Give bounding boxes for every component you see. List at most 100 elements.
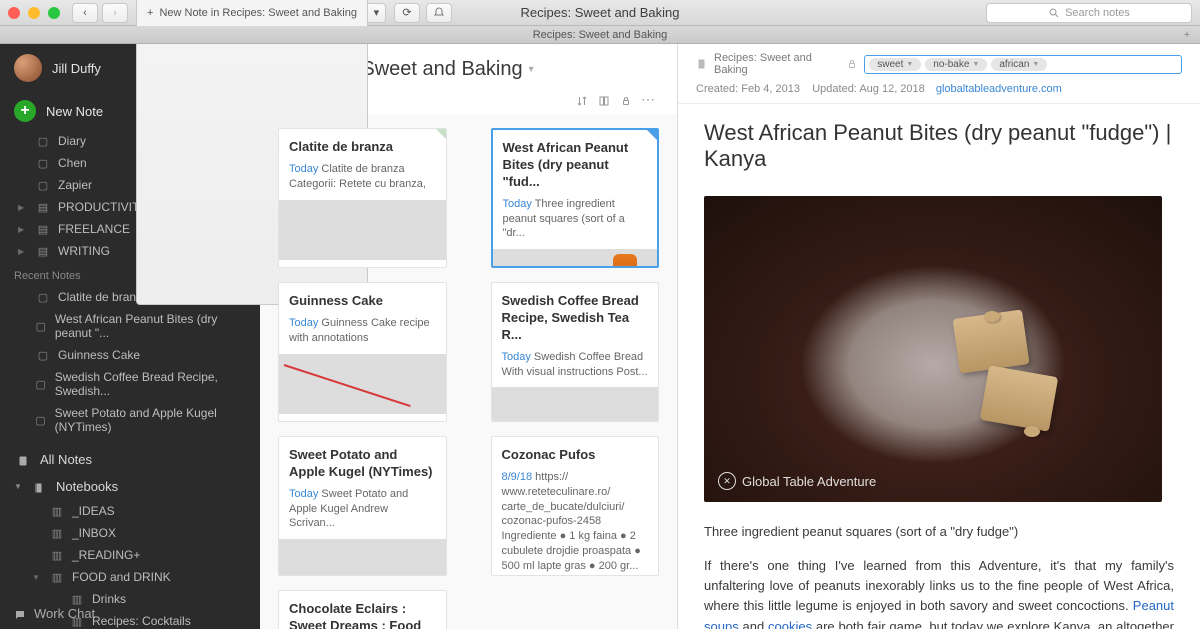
tag-label: african (999, 59, 1029, 70)
lock-icon[interactable] (846, 58, 858, 70)
minimize-window[interactable] (28, 7, 40, 19)
card-snippet: Today Guinness Cake recipe with annotati… (289, 316, 436, 346)
card-title: Sweet Potato and Apple Kugel (NYTimes) (289, 447, 436, 481)
note-card[interactable]: Swedish Coffee Bread Recipe, Swedish Tea… (491, 282, 660, 422)
note-body[interactable]: ✕ Global Table Adventure Three ingredien… (678, 182, 1200, 629)
sort-button[interactable] (571, 92, 593, 108)
notebook-ideas[interactable]: ▥_IDEAS (30, 500, 260, 522)
work-chat-label: Work Chat (34, 606, 95, 621)
view-toggle-button[interactable] (593, 92, 615, 108)
chat-icon (14, 606, 26, 621)
chevron-down-icon: ▼ (1032, 61, 1039, 68)
note-title[interactable]: West African Peanut Bites (dry peanut "f… (678, 104, 1200, 182)
card-title: Swedish Coffee Bread Recipe, Swedish Tea… (502, 293, 649, 344)
note-card[interactable]: West African Peanut Bites (dry peanut "f… (491, 128, 660, 268)
share-button[interactable] (615, 92, 637, 108)
stack-icon: ▤ (36, 201, 50, 214)
sync-button[interactable]: ⟳ (394, 3, 420, 23)
note-icon: ▢ (36, 179, 50, 192)
traffic-lights (8, 7, 60, 19)
card-date: Today (289, 317, 318, 329)
card-title: Cozonac Pufos (502, 447, 649, 464)
card-title: Chocolate Eclairs : Sweet Dreams : Food (289, 601, 436, 629)
source-link[interactable]: globaltableadventure.com (936, 83, 1062, 95)
notebooks-label: Notebooks (56, 479, 118, 494)
recent-note-item[interactable]: ▢Sweet Potato and Apple Kugel (NYTimes) (0, 402, 260, 438)
all-notes-label: All Notes (40, 452, 92, 467)
expand-icon: ▼ (32, 573, 42, 582)
notebook-icon: ▥ (50, 549, 64, 562)
note-card[interactable]: Sweet Potato and Apple Kugel (NYTimes) To… (278, 436, 447, 576)
nav-buttons: ‹ › (72, 3, 128, 23)
tabbar: Recipes: Sweet and Baking + (0, 26, 1200, 44)
card-thumbnail (493, 249, 658, 268)
tags-field[interactable]: sweet▼no-bake▼african▼ (864, 55, 1182, 74)
note-card[interactable]: Guinness Cake Today Guinness Cake recipe … (278, 282, 447, 422)
all-notes[interactable]: All Notes (0, 446, 260, 473)
card-snippet: Today Clatite de branza Categorii: Retet… (289, 162, 436, 192)
note-icon: ▢ (35, 320, 47, 333)
recent-note-item[interactable]: ▢ Swedish Coffee Bread Recipe, Swedish... (0, 366, 260, 402)
editor-breadcrumb: Recipes: Sweet and Baking sweet▼no-bake▼… (678, 44, 1200, 80)
card-title: Guinness Cake (289, 293, 436, 310)
note-card[interactable]: Chocolate Eclairs : Sweet Dreams : Food (278, 590, 447, 629)
search-input[interactable]: Search notes (986, 3, 1192, 23)
card-date: Today (289, 488, 318, 500)
card-thumbnail (492, 387, 659, 422)
close-window[interactable] (8, 7, 20, 19)
expand-icon: ▶ (18, 225, 28, 234)
recent-note-item[interactable]: ▢Guinness Cake (0, 344, 260, 366)
note-card[interactable]: Clatite de branza Today Clatite de branza… (278, 128, 447, 268)
note-icon: ▢ (36, 291, 50, 304)
note-image: ✕ Global Table Adventure (704, 196, 1162, 502)
notebook-inbox[interactable]: ▥_INBOX (30, 522, 260, 544)
notebook-icon (696, 58, 708, 70)
sidebar-item-label: _INBOX (72, 526, 116, 540)
note-card[interactable]: Cozonac Pufos8/9/18 https:// www.retetec… (491, 436, 660, 576)
note-icon: ▢ (35, 378, 47, 391)
notebooks-header[interactable]: ▼ Notebooks (0, 473, 260, 500)
expand-icon: ▶ (18, 247, 28, 256)
notebook-reading[interactable]: ▥ _READING+ (30, 544, 260, 566)
note-paragraph: If there's one thing I've learned from t… (704, 556, 1174, 629)
sidebar-item-label: Swedish Coffee Bread Recipe, Swedish... (55, 370, 246, 398)
avatar (14, 54, 42, 82)
toolbar-actions: ⟳ (394, 3, 452, 23)
note-icon: ▢ (36, 135, 50, 148)
card-title: Clatite de branza (289, 139, 436, 156)
card-title: West African Peanut Bites (dry peanut "f… (503, 140, 648, 191)
notebook-icon: ▥ (50, 505, 64, 518)
card-snippet: Today Three ingredient peanut squares (s… (503, 197, 648, 242)
notebook-food[interactable]: ▼▥FOOD and DRINK (30, 566, 260, 588)
sidebar-item-label: Guinness Cake (58, 348, 140, 362)
new-note-label: New Note in Recipes: Sweet and Baking (159, 7, 357, 19)
plus-icon: + (14, 100, 36, 122)
active-tab[interactable]: Recipes: Sweet and Baking (533, 29, 668, 41)
tag-pill[interactable]: sweet▼ (869, 58, 921, 71)
tag-pill[interactable]: no-bake▼ (925, 58, 987, 71)
search-placeholder: Search notes (1065, 7, 1130, 19)
new-tab-button[interactable]: + (1178, 26, 1196, 44)
tag-pill[interactable]: african▼ (991, 58, 1047, 71)
new-note-dropdown[interactable]: ▾ (368, 3, 386, 23)
work-chat[interactable]: Work Chat (0, 598, 260, 629)
sidebar-item-label: Sweet Potato and Apple Kugel (NYTimes) (55, 406, 246, 434)
corner-flag (647, 130, 657, 140)
forward-button[interactable]: › (102, 3, 128, 23)
notifications-button[interactable] (426, 3, 452, 23)
zoom-window[interactable] (48, 7, 60, 19)
note-list: Recipes: Sweet and Baking ▾ 69 notes ⋯ C… (260, 44, 678, 629)
globe-icon: ✕ (718, 472, 736, 490)
new-note-label: New Note (46, 104, 103, 119)
breadcrumb-notebook[interactable]: Recipes: Sweet and Baking (714, 52, 840, 76)
more-button[interactable]: ⋯ (637, 91, 659, 108)
note-metadata: Created: Feb 4, 2013 Updated: Aug 12, 20… (678, 80, 1200, 104)
recent-note-item[interactable]: ▢West African Peanut Bites (dry peanut "… (0, 308, 260, 344)
window-title: Recipes: Sweet and Baking (521, 5, 680, 20)
content-link[interactable]: cookies (768, 619, 812, 629)
sidebar-item-label: FREELANCE (58, 222, 130, 236)
tag-label: sweet (877, 59, 903, 70)
note-editor: Recipes: Sweet and Baking sweet▼no-bake▼… (678, 44, 1200, 629)
sidebar-item-label: _READING+ (72, 548, 140, 562)
back-button[interactable]: ‹ (72, 3, 98, 23)
